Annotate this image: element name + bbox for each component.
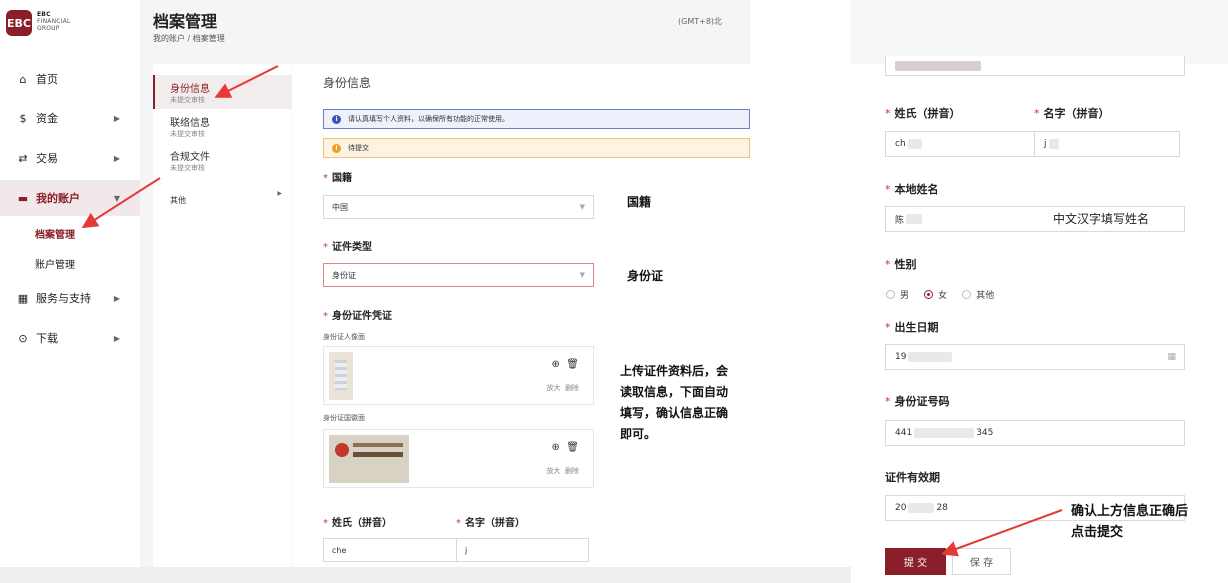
arrow-to-submit [941,509,1063,557]
arrow-to-profile-menu [81,177,161,229]
annotation-arrows [81,65,1063,557]
arrow-to-identity-tab [214,65,279,98]
